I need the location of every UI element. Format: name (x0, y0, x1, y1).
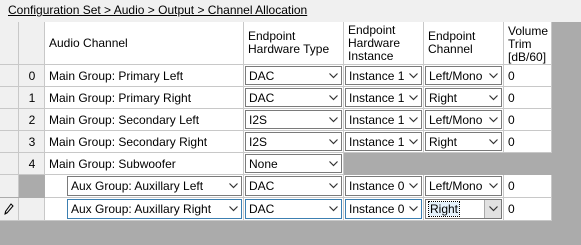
column-header-hw-instance[interactable]: Endpoint Hardware Instance (344, 22, 424, 65)
audio-channel-cell[interactable]: Main Group: Secondary Left (45, 109, 244, 131)
channel-dropdown[interactable]: Left/Mono (425, 110, 502, 129)
chevron-down-icon (325, 67, 341, 84)
volume-cell[interactable]: 0 (504, 65, 552, 87)
chevron-down-icon (325, 133, 341, 150)
chevron-down-icon (325, 200, 341, 218)
channel-cell: Left/Mono (424, 175, 504, 198)
hw-type-dropdown[interactable]: DAC (245, 88, 342, 107)
chevron-down-icon (325, 155, 341, 172)
hw-type-cell: DAC (244, 87, 344, 109)
row-header[interactable]: 1 (0, 87, 45, 109)
chevron-down-icon (485, 177, 501, 195)
chevron-down-icon (325, 89, 341, 106)
chevron-down-icon (405, 89, 421, 106)
row-number: 0 (28, 68, 36, 83)
chevron-down-icon (485, 111, 501, 128)
hw-instance-dropdown[interactable]: Instance 1 (345, 110, 422, 129)
hw-instance-cell: Instance 1 (344, 109, 424, 131)
volume-cell[interactable]: 0 (504, 87, 552, 109)
hw-instance-dropdown[interactable]: Instance 1 (345, 88, 422, 107)
chevron-down-icon (405, 200, 421, 218)
channel-dropdown[interactable]: Left/Mono (425, 66, 502, 85)
row-number: 3 (28, 134, 36, 149)
corner-header (0, 22, 19, 65)
channel-cell: Right (424, 198, 504, 221)
row-header[interactable] (0, 175, 45, 198)
hw-instance-dropdown[interactable]: Instance 0 (345, 176, 422, 196)
row-header[interactable]: 3 (0, 131, 45, 153)
channel-dropdown[interactable]: Right (425, 132, 502, 151)
breadcrumb[interactable]: Configuration Set > Audio > Output > Cha… (8, 3, 307, 17)
chevron-down-icon (325, 111, 341, 128)
volume-cell[interactable]: 0 (504, 198, 552, 221)
hw-instance-cell: Instance 0 (344, 175, 424, 198)
channel-dropdown[interactable]: Right (425, 199, 502, 219)
row-header[interactable]: 2 (0, 109, 45, 131)
row-number: 2 (28, 112, 36, 127)
disabled-cells (344, 153, 552, 175)
volume-cell[interactable]: 0 (504, 175, 552, 198)
hw-instance-cell: Instance 1 (344, 87, 424, 109)
hw-instance-cell: Instance 0 (344, 198, 424, 221)
audio-channel-cell[interactable]: Main Group: Primary Right (45, 87, 244, 109)
channel-dropdown[interactable]: Right (425, 88, 502, 107)
chevron-down-icon (405, 177, 421, 195)
audio-channel-cell: Aux Group: Auxillary Left (45, 175, 244, 198)
audio-channel-dropdown[interactable]: Aux Group: Auxillary Left (67, 176, 242, 196)
chevron-down-icon (405, 111, 421, 128)
audio-channel-cell[interactable]: Main Group: Primary Left (45, 65, 244, 87)
row-number: 4 (28, 156, 36, 171)
hw-type-dropdown[interactable]: None (245, 154, 342, 173)
hw-instance-cell: Instance 1 (344, 65, 424, 87)
audio-channel-cell: Aux Group: Auxillary Right (45, 198, 244, 221)
hw-type-dropdown[interactable]: I2S (245, 110, 342, 129)
hw-type-cell: I2S (244, 109, 344, 131)
breadcrumb-bar: Configuration Set > Audio > Output > Cha… (0, 0, 581, 22)
hw-type-dropdown[interactable]: I2S (245, 132, 342, 151)
channel-dropdown[interactable]: Left/Mono (425, 176, 502, 196)
chevron-down-icon (405, 67, 421, 84)
channel-cell: Right (424, 87, 504, 109)
column-header-audio-channel[interactable]: Audio Channel (45, 22, 244, 65)
audio-channel-cell[interactable]: Main Group: Secondary Right (45, 131, 244, 153)
chevron-down-icon (485, 89, 501, 106)
row-header[interactable]: 4 (0, 153, 45, 175)
volume-cell[interactable]: 0 (504, 109, 552, 131)
hw-instance-dropdown[interactable]: Instance 1 (345, 66, 422, 85)
chevron-down-icon (225, 200, 241, 218)
hw-type-cell: DAC (244, 198, 344, 221)
hw-type-cell: None (244, 153, 344, 175)
hw-instance-dropdown[interactable]: Instance 1 (345, 132, 422, 151)
row-header[interactable] (0, 198, 45, 221)
column-header-hw-type[interactable]: Endpoint Hardware Type (244, 22, 344, 65)
audio-channel-dropdown[interactable]: Aux Group: Auxillary Right (67, 199, 242, 219)
hw-type-cell: DAC (244, 175, 344, 198)
channel-cell: Left/Mono (424, 109, 504, 131)
hw-type-cell: DAC (244, 65, 344, 87)
pencil-icon (4, 198, 14, 220)
hw-type-dropdown[interactable]: DAC (245, 176, 342, 196)
channel-cell: Right (424, 131, 504, 153)
channel-cell: Left/Mono (424, 65, 504, 87)
chevron-down-icon (325, 177, 341, 195)
hw-type-dropdown[interactable]: DAC (245, 199, 342, 219)
hw-type-cell: I2S (244, 131, 344, 153)
hw-type-dropdown[interactable]: DAC (245, 66, 342, 85)
chevron-down-icon (485, 67, 501, 84)
row-number: 1 (28, 90, 36, 105)
index-header (19, 22, 45, 65)
column-header-channel[interactable]: Endpoint Channel (424, 22, 504, 65)
chevron-down-icon (225, 177, 241, 195)
chevron-down-icon (484, 200, 501, 218)
channel-allocation-grid: Audio Channel Endpoint Hardware Type End… (0, 22, 581, 245)
chevron-down-icon (485, 133, 501, 150)
volume-cell[interactable]: 0 (504, 131, 552, 153)
column-header-volume[interactable]: Volume Trim [dB/60] (504, 22, 552, 65)
row-header[interactable]: 0 (0, 65, 45, 87)
hw-instance-dropdown[interactable]: Instance 0 (345, 199, 422, 219)
audio-channel-cell[interactable]: Main Group: Subwoofer (45, 153, 244, 175)
hw-instance-cell: Instance 1 (344, 131, 424, 153)
chevron-down-icon (405, 133, 421, 150)
